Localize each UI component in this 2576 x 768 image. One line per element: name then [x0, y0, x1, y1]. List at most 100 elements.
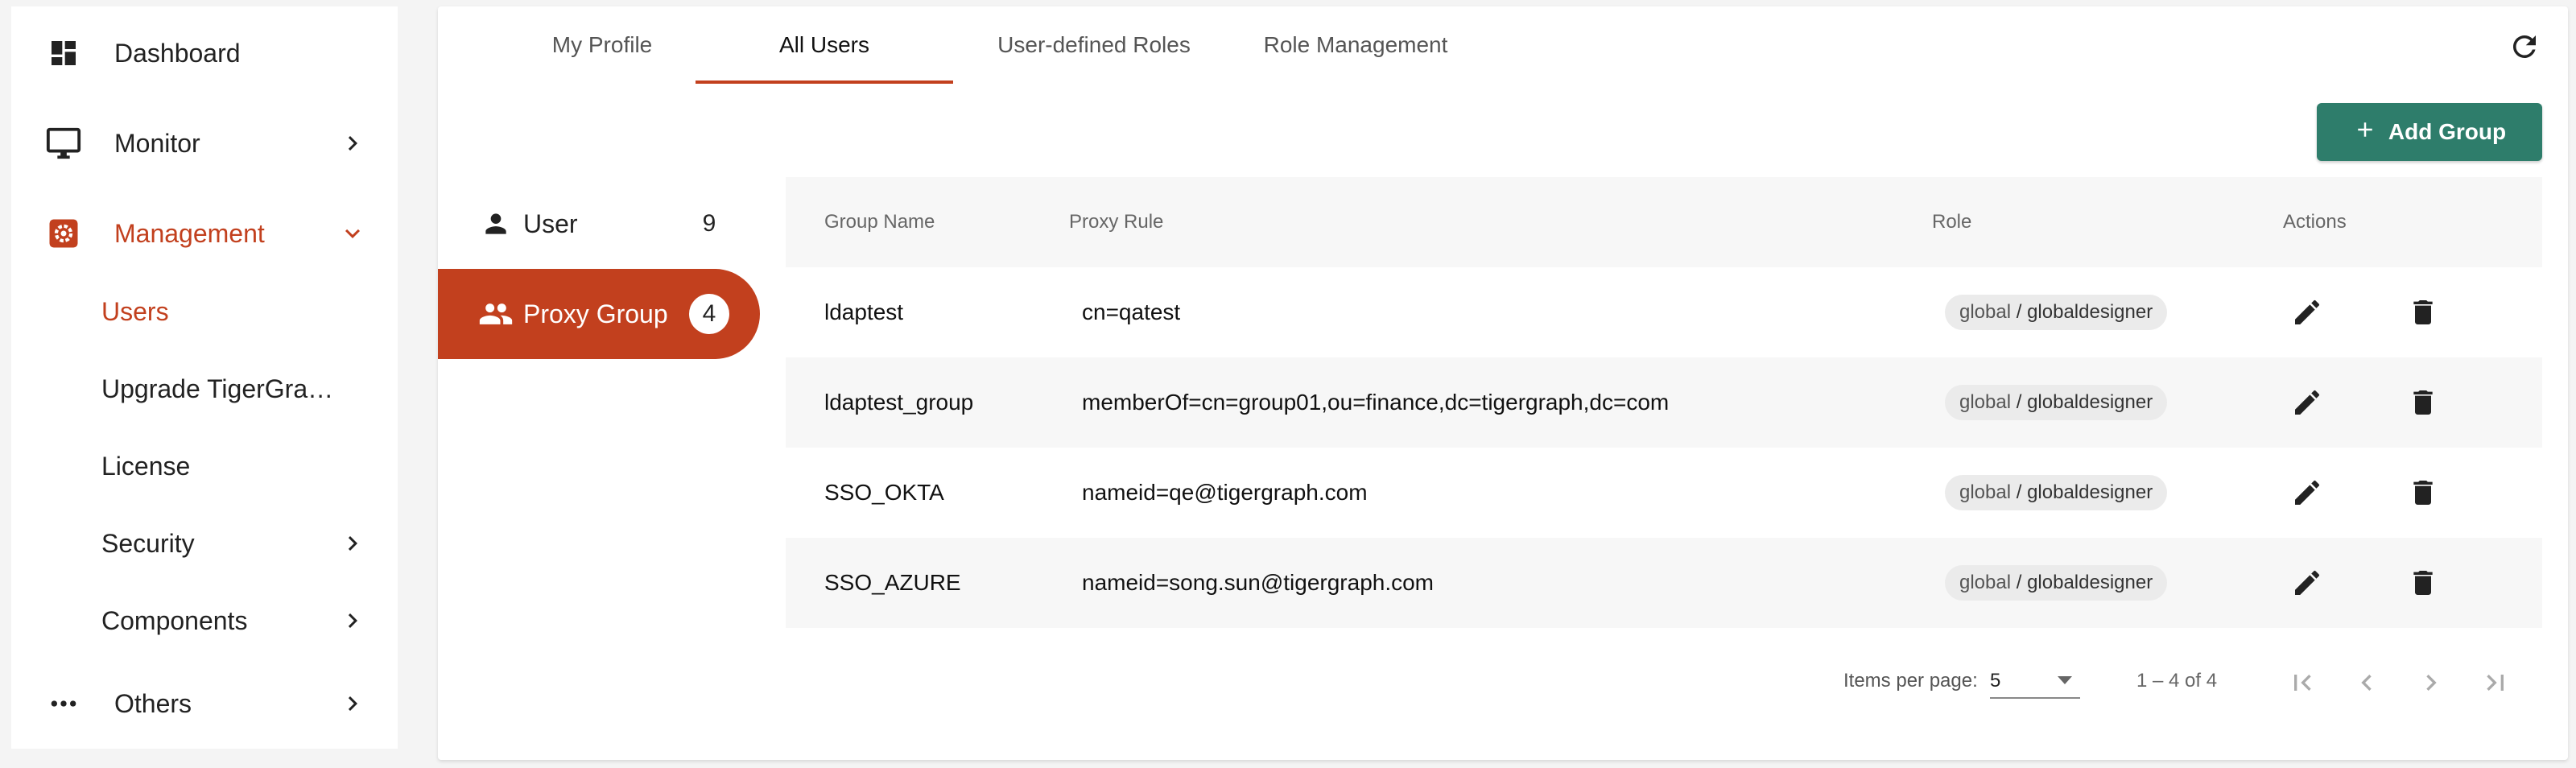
role-separator: /	[2011, 481, 2028, 503]
refresh-icon	[2508, 30, 2541, 68]
proxy-rule-cell: nameid=qe@tigergraph.com	[1082, 480, 1368, 505]
chevron-left-icon	[2361, 675, 2372, 691]
edit-icon	[2295, 570, 2320, 595]
sidebar-subitem-components[interactable]: Components	[11, 584, 398, 657]
delete-button[interactable]	[2404, 293, 2442, 332]
edit-button[interactable]	[2288, 473, 2326, 512]
tab-label: Role Management	[1263, 32, 1448, 57]
sidebar-item-management[interactable]: Management	[11, 193, 398, 274]
delete-button[interactable]	[2404, 564, 2442, 602]
list-item-proxy-group[interactable]: Proxy Group 4	[438, 269, 760, 359]
edit-button[interactable]	[2288, 293, 2326, 332]
sidebar-subitem-security[interactable]: Security	[11, 507, 398, 580]
main-panel: My Profile All Users User-defined Roles …	[438, 6, 2568, 760]
tab-label: User-defined Roles	[997, 32, 1191, 57]
trash-icon	[2413, 481, 2433, 505]
previous-page-button[interactable]	[2346, 662, 2388, 704]
sidebar-item-others[interactable]: Others	[11, 663, 398, 744]
sidebar-subitem-label: License	[101, 451, 191, 481]
sidebar: Dashboard Monitor Management Users Upgra…	[11, 6, 398, 749]
list-item-user[interactable]: User 9	[438, 179, 760, 269]
trash-icon	[2413, 300, 2433, 324]
add-group-button[interactable]: Add Group	[2317, 103, 2542, 161]
dashboard-icon	[43, 33, 84, 73]
sidebar-item-label: Monitor	[114, 128, 200, 158]
chevron-down-icon	[336, 217, 369, 250]
role-chip: global / globaldesigner	[1945, 385, 2168, 420]
items-per-page-label: Items per page:	[1843, 670, 1978, 692]
role-scope: global	[1959, 391, 2012, 413]
list-item-label: User	[523, 209, 578, 238]
page-range-label: 1 – 4 of 4	[2136, 670, 2218, 692]
role-name: globaldesigner	[2027, 572, 2153, 593]
column-header: Role	[1932, 211, 1972, 233]
count-badge: 9	[702, 210, 716, 237]
tab-role-management[interactable]: Role Management	[1235, 6, 1476, 84]
table-header: Group Name Proxy Rule Role Actions	[786, 177, 2542, 267]
next-page-button[interactable]	[2410, 662, 2452, 704]
last-page-button[interactable]	[2475, 662, 2516, 704]
page-size-select[interactable]: 5	[1990, 665, 2080, 699]
trash-icon	[2413, 390, 2433, 415]
role-scope: global	[1959, 572, 2012, 593]
sidebar-item-label: Dashboard	[114, 38, 241, 68]
table-row: ldaptest cn=qatest global / globaldesign…	[786, 267, 2542, 357]
sidebar-item-dashboard[interactable]: Dashboard	[11, 13, 398, 93]
sidebar-subitem-upgrade[interactable]: Upgrade TigerGraph ...	[11, 353, 398, 425]
sidebar-item-label: Others	[114, 688, 192, 718]
role-chip: global / globaldesigner	[1945, 475, 2168, 510]
trash-icon	[2413, 571, 2433, 595]
edit-icon	[2295, 390, 2320, 415]
count-badge: 4	[689, 294, 729, 334]
chevron-right-icon	[336, 127, 369, 159]
delete-button[interactable]	[2404, 383, 2442, 422]
sidebar-subitem-label: Upgrade TigerGraph ...	[101, 374, 343, 403]
edit-icon	[2295, 480, 2320, 505]
role-chip: global / globaldesigner	[1945, 565, 2168, 601]
role-separator: /	[2011, 572, 2028, 593]
sidebar-item-label: Management	[114, 218, 265, 248]
management-icon	[43, 213, 84, 254]
table-row: SSO_OKTA nameid=qe@tigergraph.com global…	[786, 448, 2542, 538]
dropdown-caret-icon	[2058, 676, 2072, 684]
tab-all-users[interactable]: All Users	[696, 6, 953, 84]
chevron-right-icon	[336, 687, 369, 720]
first-page-button[interactable]	[2281, 662, 2323, 704]
role-separator: /	[2011, 301, 2028, 323]
tab-user-defined-roles[interactable]: User-defined Roles	[969, 6, 1219, 84]
last-page-icon	[2487, 675, 2504, 691]
proxy-rule-cell: memberOf=cn=group01,ou=finance,dc=tigerg…	[1082, 390, 1670, 415]
edit-button[interactable]	[2288, 564, 2326, 602]
add-group-label: Add Group	[2388, 119, 2507, 144]
sidebar-subitem-label: Security	[101, 528, 195, 558]
group-name-cell: SSO_AZURE	[824, 570, 961, 595]
column-header: Actions	[2283, 211, 2347, 233]
tab-label: All Users	[778, 32, 869, 57]
tab-my-profile[interactable]: My Profile	[489, 6, 715, 84]
tab-bar: My Profile All Users User-defined Roles …	[438, 6, 2568, 84]
monitor-icon	[43, 123, 84, 163]
sidebar-subitem-users[interactable]: Users	[11, 275, 398, 348]
delete-button[interactable]	[2404, 473, 2442, 512]
edit-button[interactable]	[2288, 383, 2326, 422]
group-name-cell: SSO_OKTA	[824, 480, 944, 505]
edit-icon	[2295, 299, 2320, 324]
group-icon	[478, 296, 514, 332]
role-name: globaldesigner	[2027, 391, 2153, 413]
sidebar-subitem-license[interactable]: License	[11, 430, 398, 502]
role-separator: /	[2011, 391, 2028, 413]
role-name: globaldesigner	[2027, 301, 2153, 323]
role-chip: global / globaldesigner	[1945, 295, 2168, 330]
role-scope: global	[1959, 481, 2012, 503]
column-header: Proxy Rule	[1069, 211, 1164, 233]
plus-icon	[2353, 118, 2377, 147]
table-row: ldaptest_group memberOf=cn=group01,ou=fi…	[786, 357, 2542, 448]
role-name: globaldesigner	[2027, 481, 2153, 503]
chevron-right-icon	[336, 605, 369, 637]
proxy-rule-cell: cn=qatest	[1082, 299, 1181, 324]
refresh-button[interactable]	[2505, 29, 2544, 68]
person-icon	[478, 206, 514, 242]
more-horiz-icon	[43, 683, 84, 724]
list-item-label: Proxy Group	[523, 299, 668, 328]
sidebar-item-monitor[interactable]: Monitor	[11, 103, 398, 184]
